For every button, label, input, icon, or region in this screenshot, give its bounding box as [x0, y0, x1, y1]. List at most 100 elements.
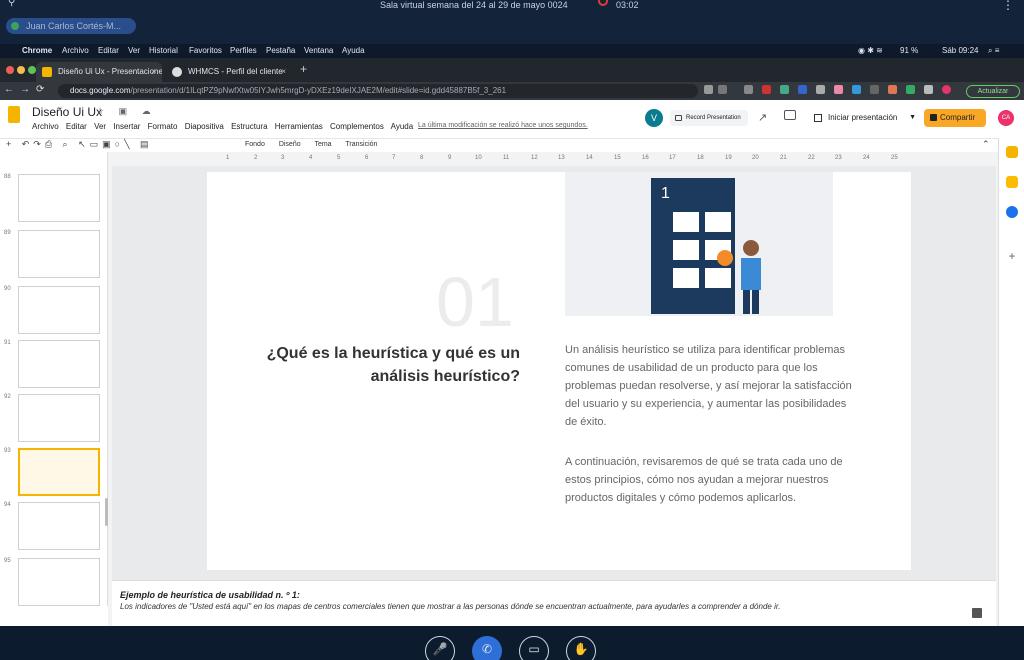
slide-illustration[interactable]: 1 [565, 172, 833, 316]
mac-menu-ayuda[interactable]: Ayuda [342, 44, 365, 58]
tab-whmcs[interactable]: WHMCS - Perfil del cliente × [166, 62, 292, 82]
update-browser-button[interactable]: Actualizar [966, 85, 1020, 98]
notes-body[interactable]: Los indicadores de "Usted está aquí" en … [120, 602, 920, 611]
menu-estructura[interactable]: Estructura [231, 122, 267, 131]
close-tab-icon[interactable]: × [281, 62, 286, 82]
ruler-tick-label: 14 [586, 155, 593, 161]
extension-icon[interactable] [888, 85, 897, 94]
hang-up-icon[interactable]: ✆ [472, 636, 502, 660]
menu-insertar[interactable]: Insertar [113, 122, 140, 131]
mac-menu-ventana[interactable]: Ventana [304, 44, 333, 58]
mac-menu-editar[interactable]: Editar [98, 44, 119, 58]
add-addon-icon[interactable]: + [1006, 250, 1018, 262]
maximize-window-icon[interactable] [28, 66, 36, 74]
chevron-up-icon[interactable]: ⌃ [982, 139, 990, 150]
tab-presentation[interactable]: Diseño Ui Ux - Presentaciones × [36, 62, 162, 82]
mac-menu-perfiles[interactable]: Perfiles [230, 44, 257, 58]
menu-ver[interactable]: Ver [94, 122, 106, 131]
slide-number: 88 [4, 174, 11, 180]
menu-editar[interactable]: Editar [66, 122, 87, 131]
mac-menu-pestana[interactable]: Pestaña [266, 44, 295, 58]
close-window-icon[interactable] [6, 66, 14, 74]
participant-name-pill[interactable]: Juan Carlos Cortés-M... [6, 18, 136, 34]
raise-hand-icon[interactable]: ✋ [566, 636, 596, 660]
explore-icon[interactable] [972, 608, 982, 618]
camera-off-icon[interactable]: ▭ [519, 636, 549, 660]
account-avatar[interactable]: CA [998, 110, 1014, 126]
mute-microphone-icon[interactable]: 🎤 [425, 636, 455, 660]
extension-icon[interactable] [780, 85, 789, 94]
extension-icon[interactable] [834, 85, 843, 94]
slide-thumbnail[interactable] [18, 340, 100, 388]
extension-icon[interactable] [852, 85, 861, 94]
menu-archivo[interactable]: Archivo [32, 122, 59, 131]
active-app[interactable]: Chrome [22, 44, 52, 58]
slide-thumbnail-selected[interactable] [18, 448, 100, 496]
extension-icon[interactable] [870, 85, 879, 94]
extension-icon[interactable] [718, 85, 727, 94]
menu-ayuda[interactable]: Ayuda [391, 122, 414, 131]
background-button[interactable]: Fondo [245, 141, 265, 148]
collaborator-avatar[interactable]: V [645, 109, 663, 127]
wifi-icon[interactable]: ◉ ✱ ≋ [858, 44, 883, 58]
transition-button[interactable]: Transición [345, 141, 377, 148]
theme-button[interactable]: Tema [314, 141, 331, 148]
filmstrip-scrollbar[interactable] [105, 498, 108, 526]
slide-thumbnail[interactable] [18, 394, 100, 442]
toolbar-icons[interactable]: + ↶↷⎙ ⌕ ↖▭▣○╲ ▤ [6, 139, 153, 150]
mac-menu-historial[interactable]: Historial [149, 44, 178, 58]
last-edit-link[interactable]: La última modificación se realizó hace u… [418, 122, 588, 129]
profile-icon[interactable] [942, 85, 951, 94]
more-options-icon[interactable]: ⋮ [1002, 0, 1014, 12]
slide-heading[interactable]: ¿Qué es la heurística y qué es un anális… [256, 342, 520, 388]
extension-icon[interactable] [744, 85, 753, 94]
notes-title[interactable]: Ejemplo de heurística de usabilidad n. º… [120, 590, 300, 600]
extension-icon[interactable] [906, 85, 915, 94]
start-presentation-button[interactable]: Iniciar presentación ▼ [810, 110, 920, 126]
slide-thumbnail[interactable] [18, 230, 100, 278]
activity-trend-icon[interactable]: ↗ [758, 111, 767, 124]
menu-complementos[interactable]: Complementos [330, 122, 384, 131]
mac-menu-favoritos[interactable]: Favoritos [189, 44, 222, 58]
extension-icon[interactable] [762, 85, 771, 94]
ruler-tick-label: 4 [309, 155, 313, 161]
bookmark-icon[interactable] [704, 85, 713, 94]
spotlight-icon[interactable]: ⌕ ≡ [988, 44, 999, 58]
slide-thumbnail[interactable] [18, 502, 100, 550]
share-button[interactable]: Compartir [924, 109, 986, 127]
keep-icon[interactable] [1006, 176, 1018, 188]
comments-icon[interactable] [784, 110, 796, 120]
extension-icon[interactable] [816, 85, 825, 94]
new-tab-icon[interactable]: + [300, 62, 307, 76]
minimize-window-icon[interactable] [17, 66, 25, 74]
slide-thumbnail[interactable] [18, 286, 100, 334]
mac-menu-ver[interactable]: Ver [128, 44, 140, 58]
calendar-icon[interactable] [1006, 146, 1018, 158]
close-tab-icon[interactable]: × [151, 62, 156, 82]
battery-level[interactable]: 91 % [900, 44, 918, 58]
layout-button[interactable]: Diseño [279, 141, 301, 148]
menubar-clock[interactable]: Sáb 09:24 [942, 44, 978, 58]
browser-tab-bar: Diseño Ui Ux - Presentaciones × WHMCS - … [0, 58, 1024, 82]
chevron-down-icon[interactable]: ▼ [909, 110, 916, 126]
menu-formato[interactable]: Formato [148, 122, 178, 131]
ruler-tick-label: 24 [863, 155, 870, 161]
user-icon[interactable]: ⚲ [8, 0, 15, 8]
menu-diapositiva[interactable]: Diapositiva [185, 122, 224, 131]
document-title[interactable]: Diseño Ui Ux [32, 105, 102, 119]
slide-thumbnail[interactable] [18, 558, 100, 606]
view-toggle[interactable] [0, 606, 108, 626]
navigation-icons[interactable]: ←→⟳ [4, 84, 50, 95]
tasks-icon[interactable] [1006, 206, 1018, 218]
record-presentation-button[interactable]: Record Presentation [670, 110, 748, 126]
puzzle-icon[interactable] [924, 85, 933, 94]
mac-menu-archivo[interactable]: Archivo [62, 44, 89, 58]
slide-paragraph[interactable]: A continuación, revisaremos de qué se tr… [565, 453, 855, 507]
extension-icon[interactable] [798, 85, 807, 94]
slide-thumbnail[interactable] [18, 174, 100, 222]
slide-paragraph[interactable]: Un análisis heurístico se utiliza para i… [565, 341, 855, 431]
slides-logo-icon[interactable] [8, 106, 20, 123]
menu-herramientas[interactable]: Herramientas [275, 122, 323, 131]
url-input[interactable]: docs.google.com/presentation/d/1ILqtPZ9p… [58, 84, 698, 98]
star-move-cloud-icons[interactable]: ☆ ▣ ☁ [96, 106, 157, 117]
